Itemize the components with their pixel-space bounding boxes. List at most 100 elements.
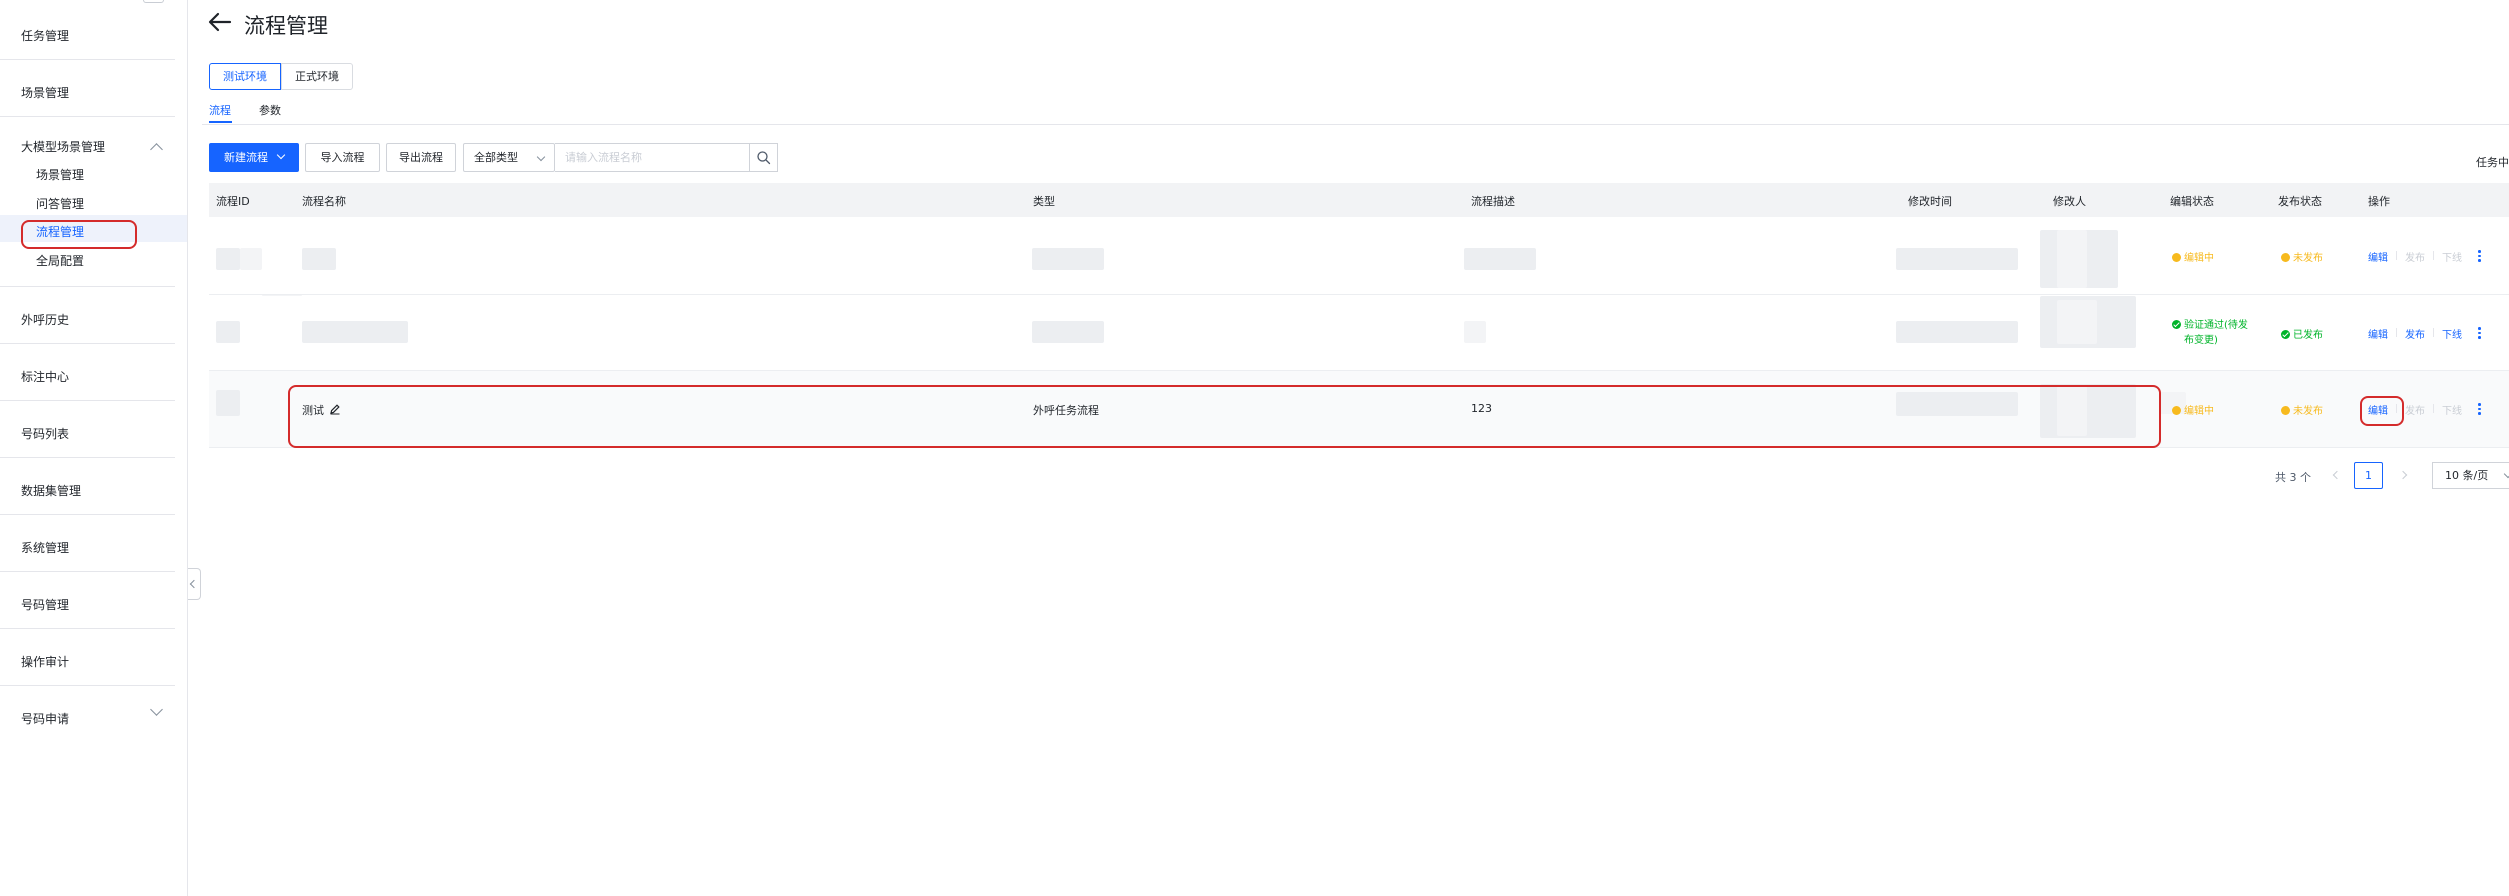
redacted-type xyxy=(1032,248,1104,270)
sidebar-item-label: 数据集管理 xyxy=(21,484,82,498)
publish-status: 未发布 xyxy=(2281,249,2323,264)
type-filter-value: 全部类型 xyxy=(474,151,518,164)
more-actions-icon[interactable] xyxy=(2478,327,2481,340)
sidebar-item-label: 场景管理 xyxy=(21,86,70,100)
tabs-divider xyxy=(202,124,2509,125)
new-flow-label: 新建流程 xyxy=(224,151,268,164)
chevron-down-icon xyxy=(2503,469,2509,479)
redacted-type xyxy=(1032,321,1104,343)
check-circle-icon xyxy=(2172,320,2181,329)
tab-production-environment[interactable]: 正式环境 xyxy=(281,63,353,90)
column-header-modifier: 修改人 xyxy=(2053,195,2086,208)
sidebar-collapse-button[interactable] xyxy=(188,568,201,600)
column-header-modified-time: 修改时间 xyxy=(1908,195,1952,208)
chevron-up-icon xyxy=(150,143,163,156)
tab-params[interactable]: 参数 xyxy=(259,102,281,118)
publish-link[interactable]: 发布 xyxy=(2405,402,2425,417)
export-flow-button[interactable]: 导出流程 xyxy=(386,143,456,172)
sidebar-item-operation-audit[interactable]: 操作审计 xyxy=(0,629,175,686)
sidebar-subitem-global-config[interactable]: 全局配置 xyxy=(36,252,84,269)
offline-link[interactable]: 下线 xyxy=(2442,326,2462,341)
sidebar-item-call-history[interactable]: 外呼历史 xyxy=(0,287,175,344)
sidebar-item-system-management[interactable]: 系统管理 xyxy=(0,515,175,572)
sidebar-item-scene-management[interactable]: 场景管理 xyxy=(0,60,175,117)
task-center-link[interactable]: 任务中 xyxy=(2476,154,2509,170)
type-filter-select[interactable]: 全部类型 xyxy=(463,143,555,172)
redacted-modified-time xyxy=(1896,321,2018,343)
search-input[interactable] xyxy=(555,143,750,172)
offline-link[interactable]: 下线 xyxy=(2442,402,2462,417)
redacted-description xyxy=(1464,321,1486,343)
sidebar-item-task-management[interactable]: 任务管理 xyxy=(0,3,175,60)
highlight-box-row xyxy=(288,385,2161,448)
edit-link[interactable]: 编辑 xyxy=(2368,326,2388,341)
highlight-box-sidebar xyxy=(21,220,137,249)
chevron-left-icon[interactable] xyxy=(2332,470,2342,480)
import-flow-button[interactable]: 导入流程 xyxy=(305,143,380,172)
back-arrow-icon[interactable] xyxy=(207,9,233,35)
sidebar-item-label: 外呼历史 xyxy=(21,313,70,327)
publish-status: 已发布 xyxy=(2281,326,2323,341)
sidebar-item-dataset-management[interactable]: 数据集管理 xyxy=(0,458,175,515)
sidebar-item-label: 操作审计 xyxy=(21,655,70,669)
edit-link[interactable]: 编辑 xyxy=(2368,249,2388,264)
more-actions-icon[interactable] xyxy=(2478,250,2481,263)
column-header-actions: 操作 xyxy=(2368,195,2390,208)
sidebar-item-label: 大模型场景管理 xyxy=(21,140,106,154)
redacted-modifier xyxy=(2057,230,2087,288)
sidebar-item-llm-scene-management[interactable]: 大模型场景管理 xyxy=(0,117,175,157)
divider xyxy=(2396,251,2397,260)
publish-link[interactable]: 发布 xyxy=(2405,249,2425,264)
column-header-flow-name: 流程名称 xyxy=(302,195,346,208)
offline-link[interactable]: 下线 xyxy=(2442,249,2462,264)
warning-dot-icon xyxy=(2281,406,2290,415)
more-actions-icon[interactable] xyxy=(2478,403,2481,416)
redacted-description xyxy=(1464,248,1536,270)
column-header-type: 类型 xyxy=(1033,195,1055,208)
sidebar-item-label: 号码列表 xyxy=(21,427,70,441)
sidebar-item-label: 系统管理 xyxy=(21,541,70,555)
chevron-down-icon xyxy=(150,703,163,716)
tab-flow[interactable]: 流程 xyxy=(209,102,231,118)
warning-dot-icon xyxy=(2172,406,2181,415)
page-size-value: 10 条/页 xyxy=(2445,469,2489,482)
search-icon xyxy=(757,151,771,165)
divider xyxy=(2433,251,2434,260)
table-header: 流程ID 流程名称 类型 流程描述 修改时间 修改人 编辑状态 发布状态 操作 xyxy=(209,183,2509,217)
tab-test-environment[interactable]: 测试环境 xyxy=(209,63,281,90)
pagination-total: 共 3 个 xyxy=(2275,471,2311,484)
chevron-right-icon[interactable] xyxy=(2398,470,2408,480)
sidebar-item-label: 标注中心 xyxy=(21,370,70,384)
check-circle-icon xyxy=(2281,330,2290,339)
redacted-flow-id xyxy=(216,321,240,343)
divider xyxy=(2396,328,2397,337)
column-header-publish-status: 发布状态 xyxy=(2278,195,2322,208)
edit-status: 验证通过(待发 布变更) xyxy=(2172,318,2248,348)
sidebar-item-annotation-center[interactable]: 标注中心 xyxy=(0,344,175,401)
new-flow-button[interactable]: 新建流程 xyxy=(209,143,299,172)
sidebar-item-label: 号码申请 xyxy=(21,712,70,726)
redacted-modified-time xyxy=(1896,248,2018,270)
pagination-page-current[interactable]: 1 xyxy=(2354,462,2383,489)
redacted-flow-id xyxy=(216,248,240,270)
page-size-select[interactable]: 10 条/页 xyxy=(2432,462,2509,489)
divider xyxy=(2433,404,2434,413)
redacted-flow-id xyxy=(216,390,240,416)
redacted-flow-name xyxy=(302,321,408,343)
column-header-flow-id: 流程ID xyxy=(216,195,250,208)
sidebar-subitem-scene[interactable]: 场景管理 xyxy=(36,166,84,183)
sidebar-item-number-list[interactable]: 号码列表 xyxy=(0,401,175,458)
search-button[interactable] xyxy=(749,143,778,172)
publish-status: 未发布 xyxy=(2281,402,2323,417)
active-tab-indicator xyxy=(209,121,232,123)
sidebar-item-label: 任务管理 xyxy=(21,29,70,43)
highlight-box-edit xyxy=(2360,396,2404,426)
divider xyxy=(2433,328,2434,337)
publish-link[interactable]: 发布 xyxy=(2405,326,2425,341)
edit-status: 编辑中 xyxy=(2172,249,2214,264)
sidebar-item-number-management[interactable]: 号码管理 xyxy=(0,572,175,629)
sidebar-item-number-application[interactable]: 号码申请 xyxy=(0,686,175,743)
sidebar-subitem-qa[interactable]: 问答管理 xyxy=(36,195,84,212)
column-header-description: 流程描述 xyxy=(1471,195,1515,208)
chevron-down-icon xyxy=(536,152,546,162)
